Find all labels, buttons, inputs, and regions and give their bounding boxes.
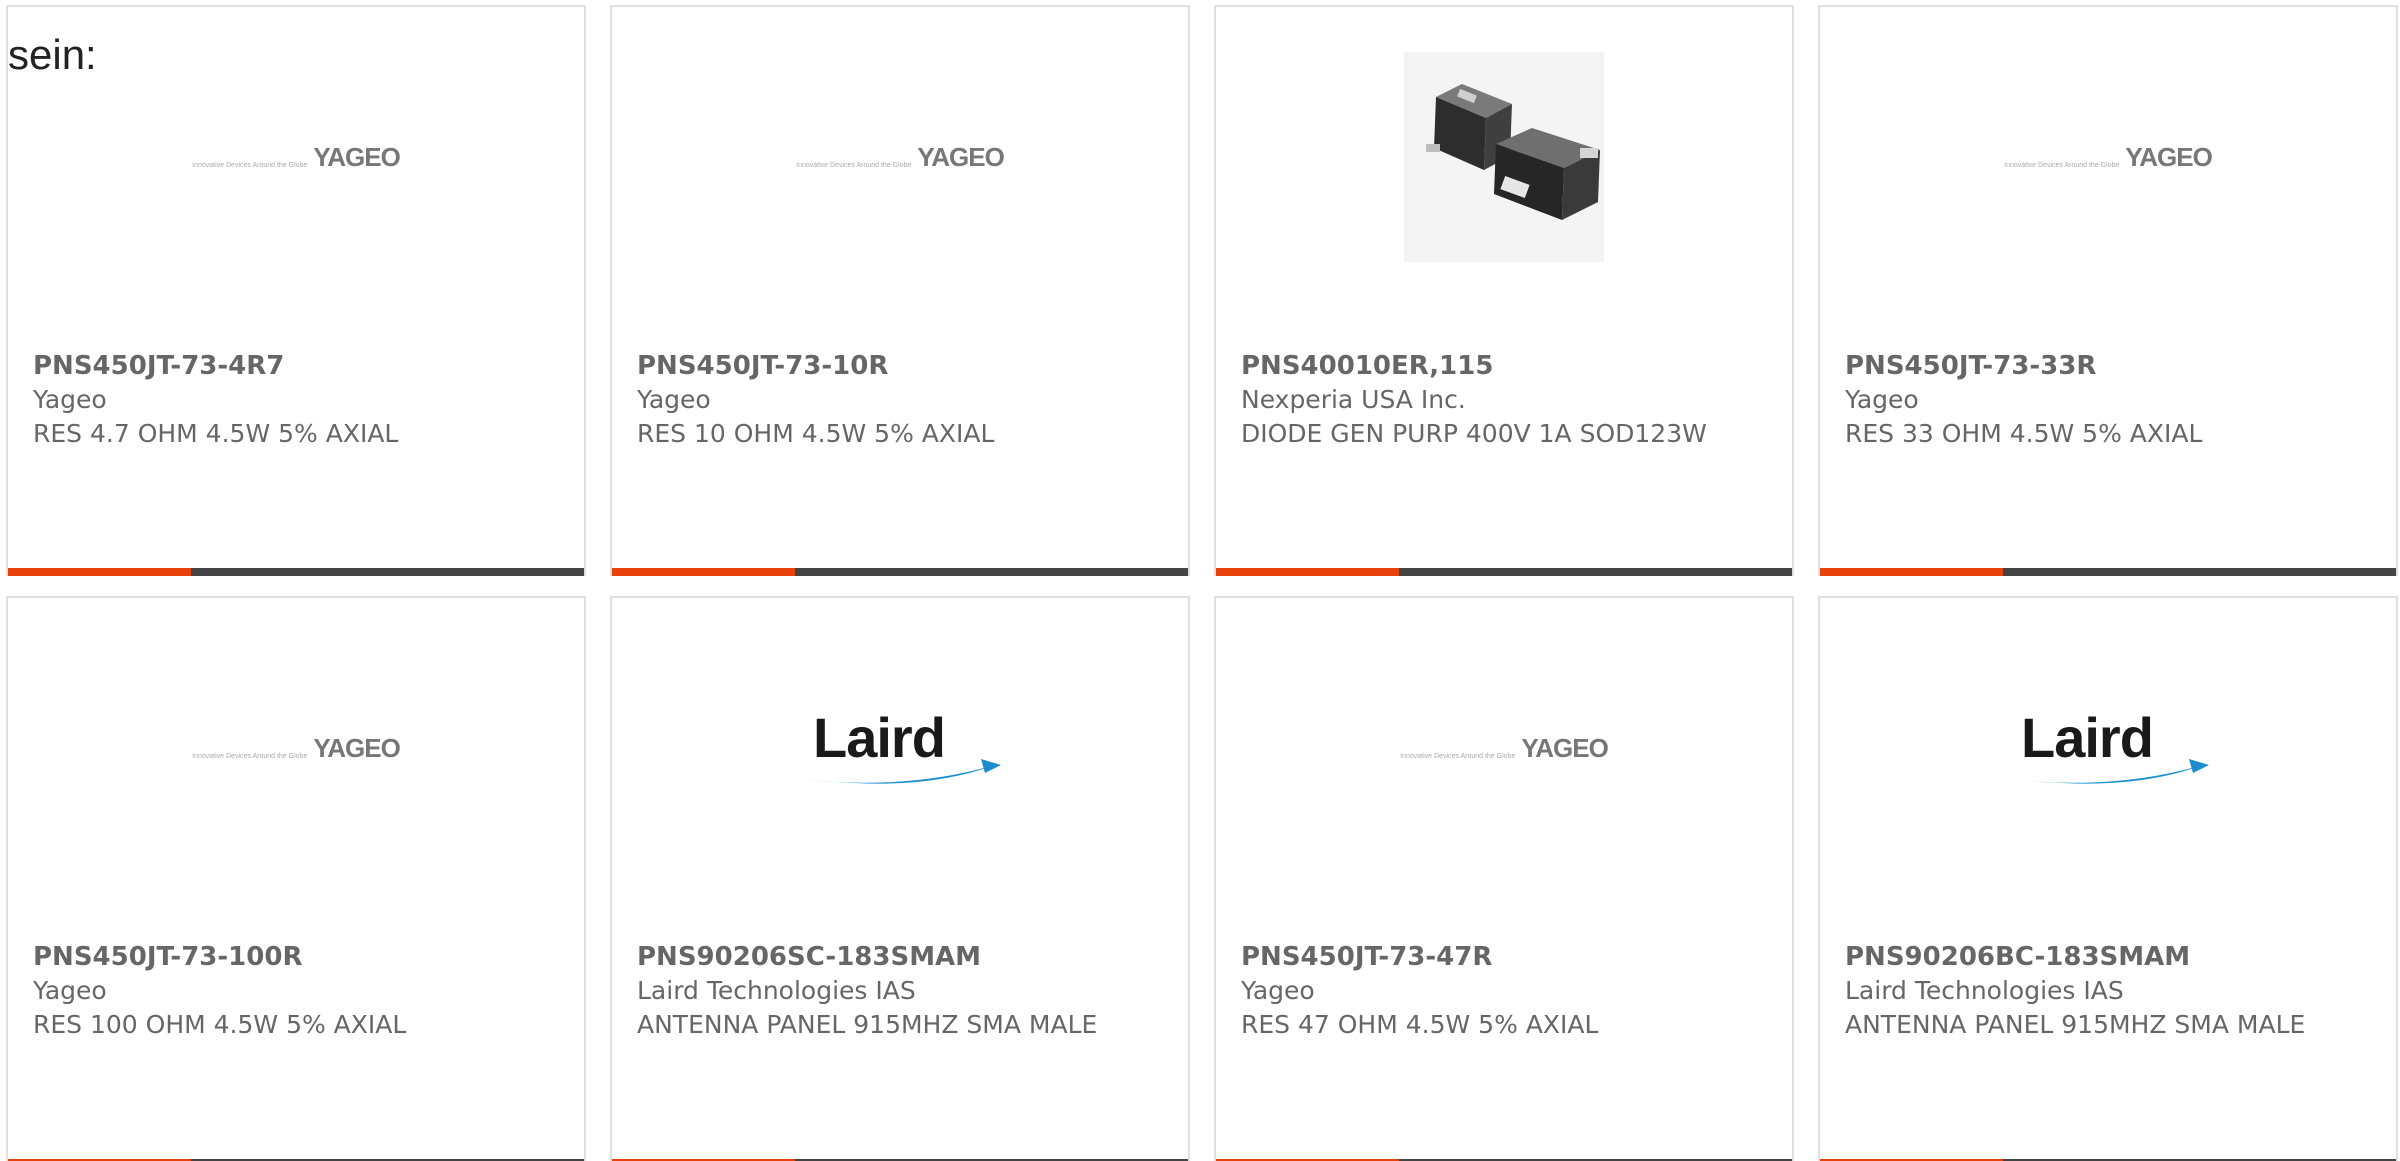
yageo-logo-tagline: Innovative Devices Around the Globe: [1400, 752, 1516, 760]
description: ANTENNA PANEL 915MHZ SMA MALE: [637, 1010, 1098, 1039]
yageo-logo-wordmark: YAGEO: [1521, 732, 1609, 763]
card-bar: [1216, 568, 1792, 576]
intro-text: sein:: [8, 31, 97, 78]
part-number[interactable]: PNS450JT-73-33R: [1845, 349, 2325, 383]
part-number[interactable]: PNS40010ER,115: [1241, 349, 1721, 383]
description: ANTENNA PANEL 915MHZ SMA MALE: [1845, 1010, 2306, 1039]
product-card[interactable]: Innovative Devices Around the Globe YAGE…: [1214, 596, 1794, 1161]
diode-package-photo: [1404, 52, 1604, 262]
card-bar-accent: [1820, 568, 2003, 576]
product-image: Laird: [612, 638, 1188, 858]
description: RES 33 OHM 4.5W 5% AXIAL: [1845, 419, 2203, 448]
product-info: PNS450JT-73-100R Yageo RES 100 OHM 4.5W …: [33, 940, 513, 1042]
product-card[interactable]: Laird PNS90206SC-183SMAM Laird Technolog…: [610, 596, 1190, 1161]
product-card[interactable]: PNS40010ER,115 Nexperia USA Inc. DIODE G…: [1214, 5, 1794, 576]
yageo-logo: Innovative Devices Around the Globe YAGE…: [796, 141, 1005, 173]
product-image: [1216, 47, 1792, 267]
laird-logo: Laird: [2003, 703, 2213, 793]
card-bar: [8, 568, 584, 576]
card-bar-accent: [1216, 568, 1399, 576]
product-image: Innovative Devices Around the Globe YAGE…: [1820, 47, 2396, 267]
product-image: Laird: [1820, 638, 2396, 858]
part-number[interactable]: PNS90206SC-183SMAM: [637, 940, 1117, 974]
product-image: Innovative Devices Around the Globe YAGE…: [1216, 638, 1792, 858]
part-number[interactable]: PNS450JT-73-47R: [1241, 940, 1721, 974]
part-number[interactable]: PNS450JT-73-100R: [33, 940, 513, 974]
yageo-logo: Innovative Devices Around the Globe YAGE…: [192, 732, 401, 764]
product-image: Innovative Devices Around the Globe YAGE…: [8, 47, 584, 267]
product-card[interactable]: Innovative Devices Around the Globe YAGE…: [6, 596, 586, 1161]
product-info: PNS90206BC-183SMAM Laird Technologies IA…: [1845, 940, 2325, 1042]
part-number[interactable]: PNS90206BC-183SMAM: [1845, 940, 2325, 974]
manufacturer: Laird Technologies IAS: [1845, 976, 2124, 1005]
card-bar-accent: [612, 568, 795, 576]
yageo-logo: Innovative Devices Around the Globe YAGE…: [2004, 141, 2213, 173]
laird-swoosh-icon: [2007, 759, 2209, 784]
product-info: PNS450JT-73-33R Yageo RES 33 OHM 4.5W 5%…: [1845, 349, 2325, 451]
product-info: PNS450JT-73-10R Yageo RES 10 OHM 4.5W 5%…: [637, 349, 1117, 451]
card-bar: [1820, 568, 2396, 576]
product-card[interactable]: Innovative Devices Around the Globe YAGE…: [6, 5, 586, 576]
product-image: Innovative Devices Around the Globe YAGE…: [8, 638, 584, 858]
product-info: PNS450JT-73-47R Yageo RES 47 OHM 4.5W 5%…: [1241, 940, 1721, 1042]
yageo-logo: Innovative Devices Around the Globe YAGE…: [192, 141, 401, 173]
product-page: sein: Innovative Devices Around the Glob…: [0, 0, 2400, 1161]
part-number[interactable]: PNS450JT-73-4R7: [33, 349, 513, 383]
yageo-logo-wordmark: YAGEO: [313, 141, 401, 172]
laird-swoosh-icon: [799, 759, 1001, 784]
description: DIODE GEN PURP 400V 1A SOD123W: [1241, 419, 1707, 448]
description: RES 10 OHM 4.5W 5% AXIAL: [637, 419, 995, 448]
yageo-logo-tagline: Innovative Devices Around the Globe: [796, 161, 912, 169]
yageo-logo-wordmark: YAGEO: [313, 732, 401, 763]
description: RES 47 OHM 4.5W 5% AXIAL: [1241, 1010, 1599, 1039]
manufacturer: Yageo: [637, 385, 711, 414]
product-card[interactable]: Innovative Devices Around the Globe YAGE…: [610, 5, 1190, 576]
part-number[interactable]: PNS450JT-73-10R: [637, 349, 1117, 383]
product-info: PNS450JT-73-4R7 Yageo RES 4.7 OHM 4.5W 5…: [33, 349, 513, 451]
manufacturer: Yageo: [33, 385, 107, 414]
card-bar-accent: [8, 568, 191, 576]
yageo-logo-tagline: Innovative Devices Around the Globe: [192, 161, 308, 169]
product-image: Innovative Devices Around the Globe YAGE…: [612, 47, 1188, 267]
manufacturer: Laird Technologies IAS: [637, 976, 916, 1005]
yageo-logo-wordmark: YAGEO: [917, 141, 1005, 172]
manufacturer: Yageo: [1845, 385, 1919, 414]
manufacturer: Yageo: [1241, 976, 1315, 1005]
product-grid: Innovative Devices Around the Globe YAGE…: [6, 5, 2398, 1161]
description: RES 4.7 OHM 4.5W 5% AXIAL: [33, 419, 399, 448]
product-card[interactable]: Innovative Devices Around the Globe YAGE…: [1818, 5, 2398, 576]
laird-logo: Laird: [795, 703, 1005, 793]
product-info: PNS40010ER,115 Nexperia USA Inc. DIODE G…: [1241, 349, 1721, 451]
product-card[interactable]: Laird PNS90206BC-183SMAM Laird Technolog…: [1818, 596, 2398, 1161]
manufacturer: Yageo: [33, 976, 107, 1005]
description: RES 100 OHM 4.5W 5% AXIAL: [33, 1010, 407, 1039]
yageo-logo-tagline: Innovative Devices Around the Globe: [2004, 161, 2120, 169]
manufacturer: Nexperia USA Inc.: [1241, 385, 1466, 414]
yageo-logo: Innovative Devices Around the Globe YAGE…: [1400, 732, 1609, 764]
product-info: PNS90206SC-183SMAM Laird Technologies IA…: [637, 940, 1117, 1042]
yageo-logo-wordmark: YAGEO: [2125, 141, 2213, 172]
card-bar: [612, 568, 1188, 576]
yageo-logo-tagline: Innovative Devices Around the Globe: [192, 752, 308, 760]
